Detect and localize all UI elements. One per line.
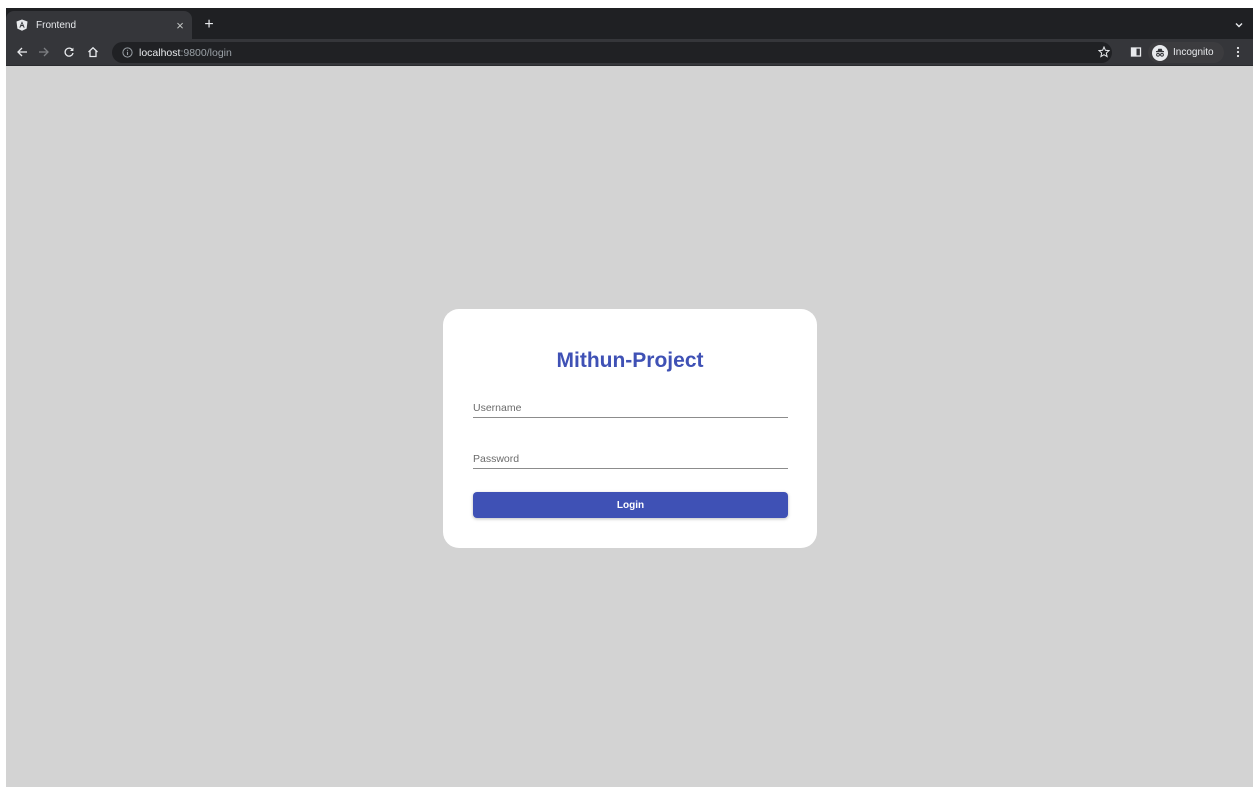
incognito-label: Incognito	[1173, 47, 1214, 58]
login-button[interactable]: Login	[473, 492, 788, 518]
star-icon[interactable]	[1096, 44, 1112, 60]
new-tab-button[interactable]: +	[200, 16, 218, 34]
angular-icon	[16, 19, 28, 31]
url-text: localhost:9800/login	[139, 47, 232, 59]
close-icon[interactable]: ×	[172, 17, 188, 33]
back-arrow-icon[interactable]	[14, 44, 30, 60]
username-input[interactable]	[473, 396, 788, 417]
url-host: localhost	[139, 46, 181, 59]
forward-arrow-icon[interactable]	[36, 44, 52, 60]
info-icon[interactable]	[121, 47, 133, 59]
reload-icon[interactable]	[61, 44, 77, 60]
incognito-indicator[interactable]: Incognito	[1148, 42, 1224, 63]
password-input[interactable]	[473, 447, 788, 468]
home-icon[interactable]	[85, 44, 101, 60]
address-bar[interactable]: localhost:9800/login	[112, 42, 1112, 63]
tab-strip: Frontend × +	[6, 8, 1253, 39]
tab-title: Frontend	[36, 19, 77, 31]
url-path: :9800/login	[180, 46, 232, 59]
more-menu-icon[interactable]	[1230, 44, 1246, 60]
username-field	[473, 396, 788, 418]
browser-window: Frontend × + localhost:9800/login Incogn…	[6, 8, 1253, 787]
page-viewport: Mithun-Project Login	[6, 67, 1253, 787]
browser-tab[interactable]: Frontend ×	[6, 11, 192, 39]
browser-toolbar: localhost:9800/login Incognito	[6, 39, 1253, 66]
login-card: Mithun-Project Login	[443, 309, 817, 548]
chevron-down-icon[interactable]	[1231, 17, 1247, 33]
side-panel-icon[interactable]	[1128, 44, 1144, 60]
page-title: Mithun-Project	[556, 349, 704, 372]
incognito-icon	[1152, 44, 1168, 61]
password-field	[473, 447, 788, 469]
